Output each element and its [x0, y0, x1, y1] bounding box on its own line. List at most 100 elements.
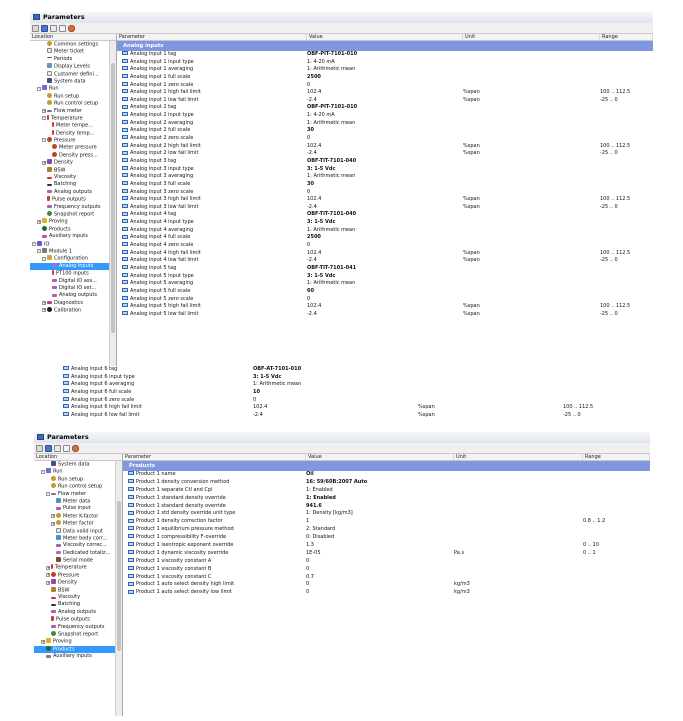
tree-item[interactable]: Pulse outputs: [34, 616, 122, 623]
expand-icon[interactable]: +: [51, 514, 55, 519]
value-cell[interactable]: 1: Arithmetic mean: [307, 66, 463, 74]
tree-item[interactable]: Products: [30, 225, 116, 233]
collapse-icon[interactable]: -: [42, 116, 46, 121]
tree-view-icon[interactable]: [59, 24, 66, 32]
tree-item[interactable]: + Temperature: [34, 564, 122, 571]
column-header-parameter[interactable]: Parameter: [117, 34, 307, 40]
table-row[interactable]: Product 1 density correction factor 1 0.8 …: [123, 518, 650, 526]
tree-item[interactable]: Snapshot report: [34, 630, 122, 638]
tree-item[interactable]: Analog outputs: [34, 609, 122, 616]
value-cell[interactable]: 1.3: [306, 542, 454, 550]
value-cell[interactable]: 2: Standard: [306, 526, 454, 534]
tree-item[interactable]: Run setup: [34, 475, 122, 483]
value-cell[interactable]: 1: Density [kg/m3]: [306, 510, 454, 518]
tree-item[interactable]: - Flow meter: [34, 491, 122, 498]
value-cell[interactable]: 3: 1-5 Vdc: [307, 219, 463, 227]
table-row[interactable]: Analog input 5 high fail limit 102.4 %span…: [117, 303, 653, 311]
tree-item[interactable]: System data: [34, 461, 122, 468]
value-cell[interactable]: 1: Arithmetic mean: [307, 173, 463, 181]
tree-item[interactable]: - Run: [34, 468, 122, 475]
value-cell[interactable]: 0: [306, 566, 454, 574]
copy-icon[interactable]: [50, 24, 57, 32]
tree-item[interactable]: Batching: [30, 181, 116, 188]
expand-icon[interactable]: +: [37, 219, 41, 224]
tools-icon[interactable]: [72, 444, 79, 452]
table-row[interactable]: Analog input 2 input type 1: 4-20 mA: [117, 112, 653, 120]
tree-item[interactable]: Dedicated totaliz...: [34, 550, 122, 557]
tree-item[interactable]: Pulse input: [34, 505, 122, 512]
expand-icon[interactable]: +: [41, 639, 45, 644]
collapse-icon[interactable]: -: [42, 138, 46, 143]
collapse-icon[interactable]: -: [42, 256, 46, 261]
value-cell[interactable]: 16: 59/60B:2007 Auto: [306, 479, 454, 487]
tree-item[interactable]: - Module 1: [30, 247, 116, 255]
tree-scroll-thumb[interactable]: [117, 501, 121, 651]
value-cell[interactable]: 1: [306, 518, 454, 526]
grid-view-icon[interactable]: [32, 24, 39, 32]
column-header-value[interactable]: Value: [306, 454, 454, 460]
value-cell[interactable]: 30: [307, 181, 463, 189]
tree-item[interactable]: + Density: [34, 579, 122, 586]
table-row[interactable]: Analog input 1 tag OBF-PIT-7101-010: [117, 51, 653, 59]
table-row[interactable]: Analog input 3 full scale 30: [117, 181, 653, 189]
value-cell[interactable]: 0: [307, 135, 463, 143]
value-cell[interactable]: 1: Enabled: [306, 495, 454, 503]
table-row[interactable]: Analog input 2 high fail limit 102.4 %span…: [117, 143, 653, 151]
table-row[interactable]: Analog input 6 full scale 10: [58, 389, 683, 397]
table-row[interactable]: Analog input 4 averaging 1: Arithmetic me…: [117, 227, 653, 235]
table-row[interactable]: Product 1 separate Ctl and Cpl 1: Enabled: [123, 487, 650, 495]
table-row[interactable]: Analog input 1 averaging 1: Arithmetic me…: [117, 66, 653, 74]
value-cell[interactable]: 3: 1-5 Vdc: [307, 273, 463, 281]
tree-item[interactable]: Meter body corr...: [34, 534, 122, 542]
tree-item[interactable]: Frequency outputs: [34, 624, 122, 631]
value-cell[interactable]: 102.4: [307, 143, 463, 151]
tree-item[interactable]: + Meter K-factor: [34, 512, 122, 520]
save-icon[interactable]: [41, 24, 48, 32]
table-row[interactable]: Analog input 2 tag OBF-PIT-7101-010: [117, 104, 653, 112]
table-row[interactable]: Analog input 1 input type 1: 4-20 mA: [117, 59, 653, 67]
value-cell[interactable]: OBF-AT-7101-010: [253, 366, 418, 374]
tree-item[interactable]: BSW: [30, 166, 116, 174]
tree-item[interactable]: Products: [34, 645, 122, 654]
tree-item[interactable]: Display Levels: [30, 63, 116, 70]
table-row[interactable]: Analog input 4 full scale 2500: [117, 234, 653, 242]
tree-scrollbar[interactable]: [115, 461, 122, 716]
table-row[interactable]: Analog input 4 high fail limit 102.4 %span…: [117, 250, 653, 258]
collapse-icon[interactable]: -: [41, 469, 45, 474]
tree-item[interactable]: - Run: [30, 85, 116, 92]
table-row[interactable]: Analog input 2 zero scale 0: [117, 135, 653, 143]
value-cell[interactable]: -2.4: [307, 97, 463, 105]
table-row[interactable]: Analog input 3 zero scale 0: [117, 189, 653, 197]
table-row[interactable]: Analog input 4 zero scale 0: [117, 242, 653, 250]
tree-item[interactable]: + Proving: [30, 218, 116, 225]
table-row[interactable]: Product 1 compressibility F-override 0: D…: [123, 534, 650, 542]
table-row[interactable]: Product 1 isentropic exponent override 1.…: [123, 542, 650, 550]
value-cell[interactable]: 102.4: [307, 89, 463, 97]
value-cell[interactable]: 941.6: [306, 503, 454, 511]
table-row[interactable]: Analog input 4 input type 3: 1-5 Vdc: [117, 219, 653, 227]
expand-icon[interactable]: +: [42, 108, 46, 113]
column-header-unit[interactable]: Unit: [463, 34, 600, 40]
table-row[interactable]: Analog input 1 high fail limit 102.4 %span…: [117, 89, 653, 97]
value-cell[interactable]: Oil: [306, 471, 454, 479]
table-row[interactable]: Analog input 3 low fail limit -2.4 %span -2…: [117, 204, 653, 212]
table-row[interactable]: Product 1 auto select density low limit 0…: [123, 589, 650, 597]
value-cell[interactable]: -2.4: [307, 257, 463, 265]
tree-item[interactable]: + Density: [30, 159, 116, 166]
table-row[interactable]: Analog input 3 input type 3: 1-5 Vdc: [117, 166, 653, 174]
tree-item[interactable]: Meter ticket: [30, 48, 116, 55]
column-header-range[interactable]: Range: [600, 34, 653, 40]
tree-item[interactable]: + Calibration: [30, 307, 116, 314]
value-cell[interactable]: 0: [306, 589, 454, 597]
table-row[interactable]: Analog input 6 high fail limit 102.4 %span…: [58, 404, 683, 412]
tree-item[interactable]: BSW: [34, 586, 122, 594]
tree-item[interactable]: + Pressure: [34, 571, 122, 579]
tree-item[interactable]: Meter pressure: [30, 144, 116, 151]
table-row[interactable]: Product 1 auto select density high limit…: [123, 581, 650, 589]
tree-item[interactable]: Pulse outputs: [30, 196, 116, 203]
value-cell[interactable]: 102.4: [307, 303, 463, 311]
tree-item[interactable]: - Temperature: [30, 114, 116, 122]
tree-item[interactable]: + Proving: [34, 638, 122, 645]
value-cell[interactable]: OBF-TIT-7101-040: [307, 158, 463, 166]
table-row[interactable]: Analog input 1 low fail limit -2.4 %span -2…: [117, 97, 653, 105]
